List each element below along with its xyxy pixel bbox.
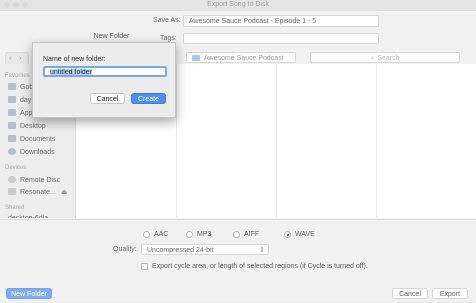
zoom-window-button[interactable] (22, 2, 28, 8)
dialog-cancel-button[interactable]: Cancel (90, 93, 125, 104)
minimize-window-button[interactable] (13, 2, 19, 8)
new-folder-name-input[interactable]: untitled folder (43, 66, 167, 77)
close-window-button[interactable] (4, 2, 10, 8)
new-folder-name-value: untitled folder (50, 69, 93, 76)
dialog-create-button[interactable]: Create (131, 93, 166, 104)
new-folder-dialog: Name of new folder: untitled folder Canc… (32, 42, 176, 118)
window-title: Export Song to Disk (207, 1, 269, 8)
new-folder-sheet-title: New Folder (93, 33, 130, 40)
new-folder-name-label: Name of new folder: (43, 56, 106, 63)
